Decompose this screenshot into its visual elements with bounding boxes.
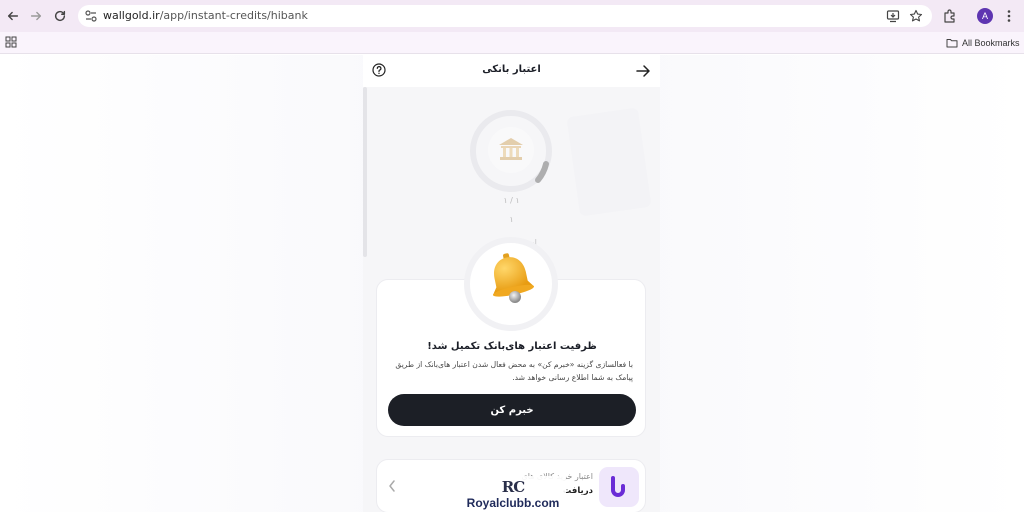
extensions-icon[interactable] [942, 8, 958, 24]
bell-icon [492, 253, 535, 303]
address-bar[interactable]: wallgold.ir/app/instant-credits/hibank [78, 5, 932, 27]
reload-icon[interactable] [51, 7, 69, 25]
folder-icon [946, 39, 958, 48]
app-panel: اعتبار بانکی ۱ / ۱ ۱ استعلام بانکی ظرفیت… [363, 55, 660, 512]
notify-me-button[interactable]: خبرم کن [388, 394, 636, 426]
bank-building-icon [499, 138, 523, 160]
watermark-text: Royalclubb.com [466, 496, 560, 510]
hibank-logo [599, 467, 639, 507]
credit-subtitle: دریافت [562, 486, 593, 496]
card-title: ظرفیت اعتبار های‌بانک تکمیل شد! [427, 341, 597, 352]
profile-avatar[interactable]: A [977, 8, 993, 24]
install-app-icon[interactable] [886, 9, 900, 23]
forward-icon[interactable] [27, 7, 45, 25]
all-bookmarks-label: All Bookmarks [962, 38, 1020, 48]
faded-number: ۱ / ۱ [503, 196, 520, 205]
page-title: اعتبار بانکی [482, 64, 541, 75]
bookmarks-bar: All Bookmarks [0, 32, 1024, 54]
url-text: wallgold.ir/app/instant-credits/hibank [103, 9, 308, 22]
watermark: RC Royalclubb.com [460, 476, 566, 512]
all-bookmarks-button[interactable]: All Bookmarks [946, 35, 1020, 51]
watermark-logo: RC [501, 478, 525, 496]
back-icon[interactable] [4, 7, 22, 25]
card-description: با فعالسازی گزینه «خبرم کن» به محض فعال … [395, 360, 633, 382]
faded-number-secondary: ۱ [509, 215, 514, 224]
chevron-left-icon [389, 480, 395, 492]
back-arrow-icon[interactable] [635, 64, 651, 78]
app-header: اعتبار بانکی [363, 55, 660, 87]
bookmark-star-icon[interactable] [909, 9, 923, 23]
apps-grid-icon[interactable] [5, 36, 17, 48]
hibank-logo-icon [611, 476, 625, 497]
menu-kebab-icon[interactable] [1004, 8, 1014, 24]
site-settings-icon[interactable] [84, 9, 98, 23]
browser-toolbar: wallgold.ir/app/instant-credits/hibank A [0, 0, 1024, 32]
